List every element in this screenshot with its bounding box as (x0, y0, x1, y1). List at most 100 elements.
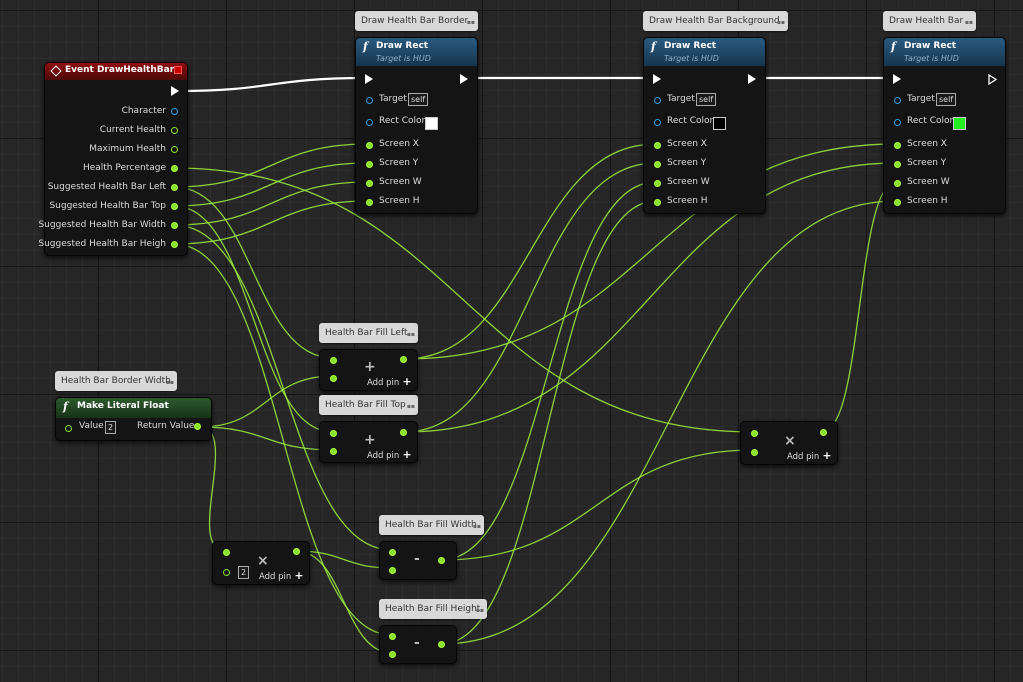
add-output-pin[interactable] (400, 356, 407, 363)
subtract-output-pin[interactable] (438, 641, 445, 648)
target-pin[interactable] (366, 97, 373, 104)
comment-draw-health-bar[interactable]: Draw Health Bar ▪▪ (883, 11, 976, 31)
subtract-input-b-pin[interactable] (389, 651, 396, 658)
multiply-input-b-pin[interactable] (751, 449, 758, 456)
rect-color-pin[interactable] (366, 119, 373, 126)
screen-y-pin[interactable] (366, 161, 373, 168)
draw-rect-header[interactable]: f Draw Rect Target is HUD (644, 38, 765, 66)
subtract-output-pin[interactable] (438, 557, 445, 564)
draw-rect-health-bar-node[interactable]: f Draw Rect Target is HUD Target self Re… (883, 37, 1006, 214)
add-fill-left-node[interactable]: + Add pin + (319, 349, 418, 391)
rect-color-swatch[interactable] (713, 117, 726, 130)
target-pin[interactable] (654, 97, 661, 104)
multiply-input-a-pin[interactable] (751, 430, 758, 437)
screen-h-pin[interactable] (894, 199, 901, 206)
screen-h-pin[interactable] (654, 199, 661, 206)
screen-h-pin[interactable] (366, 199, 373, 206)
comment-draw-border[interactable]: Draw Health Bar Border ▪▪ (355, 11, 478, 31)
screen-x-pin[interactable] (654, 142, 661, 149)
screen-y-pin[interactable] (654, 161, 661, 168)
add-pin-label: Add pin (787, 452, 820, 462)
event-draw-health-bar-node[interactable]: Event DrawHealthBar Character Current He… (38, 62, 188, 256)
multiply-constant-field[interactable]: 2 (238, 566, 250, 579)
character-pin[interactable] (171, 108, 178, 115)
bar-width-pin[interactable] (171, 222, 178, 229)
subtract-fill-height-node[interactable]: - (379, 625, 457, 664)
comment-expand-icon: ▪▪ (165, 379, 174, 386)
value-field[interactable]: 2 (105, 421, 117, 434)
add-input-a-pin[interactable] (330, 357, 337, 364)
add-pin-button[interactable]: Add pin + (367, 375, 412, 388)
rect-color-swatch[interactable] (425, 117, 438, 130)
add-pin-button[interactable]: Add pin + (259, 569, 304, 582)
screen-w-pin[interactable] (894, 180, 901, 187)
exec-in-pin[interactable] (893, 74, 901, 84)
subtract-fill-width-node[interactable]: - (379, 541, 457, 580)
exec-wire (177, 76, 366, 93)
draw-rect-header[interactable]: f Draw Rect Target is HUD (356, 38, 477, 66)
rect-color-pin[interactable] (654, 119, 661, 126)
comment-fill-left[interactable]: Health Bar Fill Left ▪▪ (319, 323, 418, 343)
screen-y-pin[interactable] (894, 161, 901, 168)
target-value[interactable]: self (936, 93, 957, 106)
exec-in-pin[interactable] (365, 74, 373, 84)
add-pin-button[interactable]: Add pin + (367, 448, 412, 461)
add-input-b-pin[interactable] (330, 375, 337, 382)
add-pin-label: Add pin (259, 572, 292, 582)
add-output-pin[interactable] (400, 429, 407, 436)
target-pin[interactable] (894, 97, 901, 104)
add-pin-button[interactable]: Add pin + (787, 449, 832, 462)
blueprint-graph-canvas[interactable]: Event DrawHealthBar Character Current He… (0, 0, 1023, 682)
multiply-fill-width-node[interactable]: × Add pin + (740, 421, 838, 465)
target-value[interactable]: self (408, 93, 429, 106)
draw-rect-background-node[interactable]: f Draw Rect Target is HUD Target self Re… (643, 37, 766, 214)
draw-rect-header[interactable]: f Draw Rect Target is HUD (884, 38, 1005, 66)
bar-left-pin[interactable] (171, 184, 178, 191)
screen-x-label: Screen X (907, 139, 947, 149)
exec-in-pin[interactable] (653, 74, 661, 84)
literal-node-header[interactable]: f Make Literal Float (56, 398, 211, 418)
rect-color-pin[interactable] (894, 119, 901, 126)
multiply-input-b-pin[interactable] (223, 569, 230, 576)
function-f-icon: f (891, 40, 896, 53)
bar-height-pin[interactable] (171, 241, 178, 248)
current-health-pin[interactable] (171, 127, 178, 134)
screen-x-pin[interactable] (894, 142, 901, 149)
draw-rect-border-node[interactable]: f Draw Rect Target is HUD Target self Re… (355, 37, 478, 214)
screen-w-pin[interactable] (366, 180, 373, 187)
multiply-output-pin[interactable] (820, 429, 827, 436)
screen-w-label: Screen W (379, 177, 422, 187)
subtract-input-a-pin[interactable] (389, 549, 396, 556)
value-input-pin[interactable] (65, 425, 72, 432)
event-node-header[interactable]: Event DrawHealthBar (45, 63, 187, 80)
comment-fill-top[interactable]: Health Bar Fill Top ▪▪ (319, 395, 418, 415)
function-f-icon: f (651, 40, 656, 53)
multiply-output-pin[interactable] (293, 548, 300, 555)
exec-out-pin-unconnected[interactable] (988, 74, 997, 85)
maximum-health-pin[interactable] (171, 146, 178, 153)
subtract-input-b-pin[interactable] (389, 567, 396, 574)
rect-color-swatch[interactable] (953, 117, 966, 130)
add-fill-top-node[interactable]: + Add pin + (319, 421, 418, 463)
comment-text: Health Bar Fill Width (385, 520, 477, 530)
add-input-a-pin[interactable] (330, 430, 337, 437)
screen-w-pin[interactable] (654, 180, 661, 187)
subtract-input-a-pin[interactable] (389, 633, 396, 640)
make-literal-float-node[interactable]: f Make Literal Float Value 2 Return Valu… (55, 397, 212, 441)
return-value-pin[interactable] (194, 423, 201, 430)
comment-fill-height[interactable]: Health Bar Fill Height ▪▪ (379, 599, 487, 619)
multiply-x-icon: × (257, 553, 269, 569)
comment-fill-width[interactable]: Health Bar Fill Width ▪▪ (379, 515, 484, 535)
add-input-b-pin[interactable] (330, 448, 337, 455)
exec-out-pin[interactable] (460, 74, 468, 84)
multiply-input-a-pin[interactable] (223, 549, 230, 556)
bar-top-pin[interactable] (171, 203, 178, 210)
screen-x-pin[interactable] (366, 142, 373, 149)
comment-draw-background[interactable]: Draw Health Bar Background ▪▪ (643, 11, 788, 31)
multiply-border-node[interactable]: 2 × Add pin + (212, 541, 310, 585)
event-exec-out-pin[interactable] (171, 86, 179, 96)
exec-out-pin[interactable] (748, 74, 756, 84)
health-percentage-pin[interactable] (171, 165, 178, 172)
target-value[interactable]: self (696, 93, 717, 106)
comment-border-width[interactable]: Health Bar Border Width ▪▪ (55, 371, 177, 391)
